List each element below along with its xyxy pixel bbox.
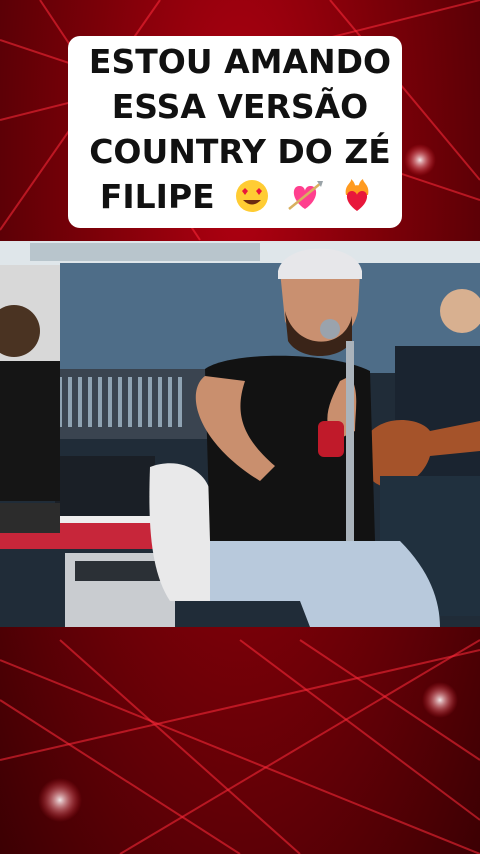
caption-line-3: COUNTRY DO ZÉ xyxy=(89,132,391,171)
video-frame[interactable] xyxy=(0,241,480,627)
caption-line-1: ESTOU AMANDO xyxy=(88,42,392,81)
heart-with-arrow-icon xyxy=(286,179,324,213)
heart-on-fire-icon xyxy=(338,179,376,213)
caption-line-2: ESSA VERSÃO xyxy=(111,87,369,126)
heart-eyes-face-icon xyxy=(233,179,271,213)
caption-line-4-text: FILIPE xyxy=(99,177,215,216)
caption-line-4: FILIPE xyxy=(0,177,480,217)
